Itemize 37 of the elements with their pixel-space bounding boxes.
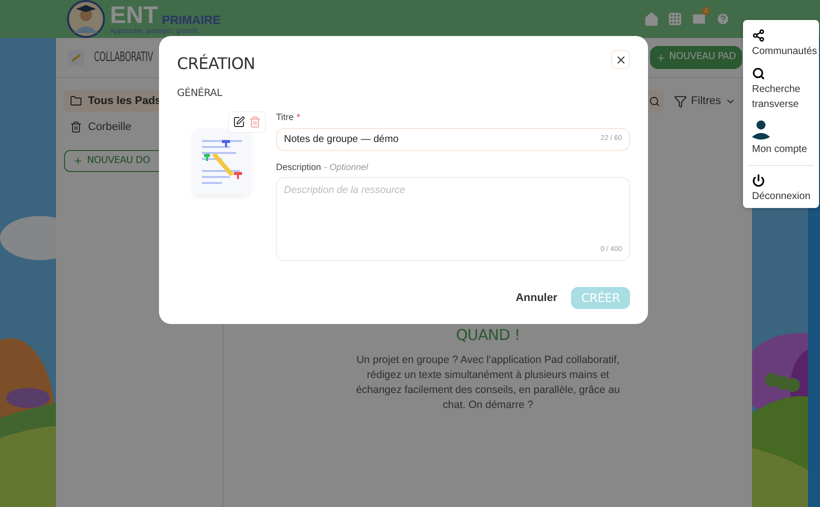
avatar-icon [66, 0, 106, 38]
app-title: COLLABORATIV [94, 48, 153, 67]
plus-icon [656, 52, 666, 62]
trash-icon [70, 121, 82, 133]
dialog-title: CRÉATION [177, 53, 255, 75]
empty-state-text: Un projet en groupe ? Avec l’application Pad collaboratif, rédigez un texte simultanément à plusieurs mains et échangez facilement des conseils, en parallèle, grâce au chat. On démarre ? [355, 352, 621, 412]
sidebar-item[interactable]: Corbeille [64, 116, 215, 138]
optional-hint: - Optionnel [324, 160, 368, 174]
mail-icon[interactable] [691, 11, 707, 27]
folder-icon [70, 95, 82, 107]
menu-item[interactable]: Déconnexion [748, 174, 814, 204]
filter-icon [674, 94, 688, 108]
logo-letters: ENT [110, 4, 158, 28]
help-icon[interactable] [716, 12, 730, 26]
document-pencil-icon [200, 138, 244, 186]
apps-grid-icon[interactable] [668, 12, 682, 26]
home-icon[interactable] [644, 12, 659, 26]
plus-icon [73, 156, 83, 166]
filter-button[interactable]: Filtres [674, 92, 736, 110]
search-icon [649, 96, 660, 106]
close-icon [614, 54, 626, 66]
share-icon [752, 29, 765, 42]
required-mark: * [296, 111, 300, 124]
edit-icon[interactable] [233, 116, 245, 128]
close-button[interactable] [611, 50, 630, 69]
new-pad-button[interactable]: NOUVEAU PAD [650, 46, 742, 69]
search-icon [752, 67, 765, 80]
empty-state-heading: QUAND ! [456, 325, 520, 346]
menu-item[interactable]: Mon compte [748, 120, 814, 157]
user-icon [752, 120, 770, 140]
cancel-button[interactable]: Annuler [516, 290, 558, 306]
power-icon [752, 174, 765, 187]
field-label: Description [276, 160, 322, 174]
app-logo-icon [68, 50, 84, 66]
field-label: Titre [276, 111, 294, 124]
trash-icon[interactable] [249, 116, 261, 128]
menu-item[interactable]: Recherche transverse [748, 67, 814, 112]
